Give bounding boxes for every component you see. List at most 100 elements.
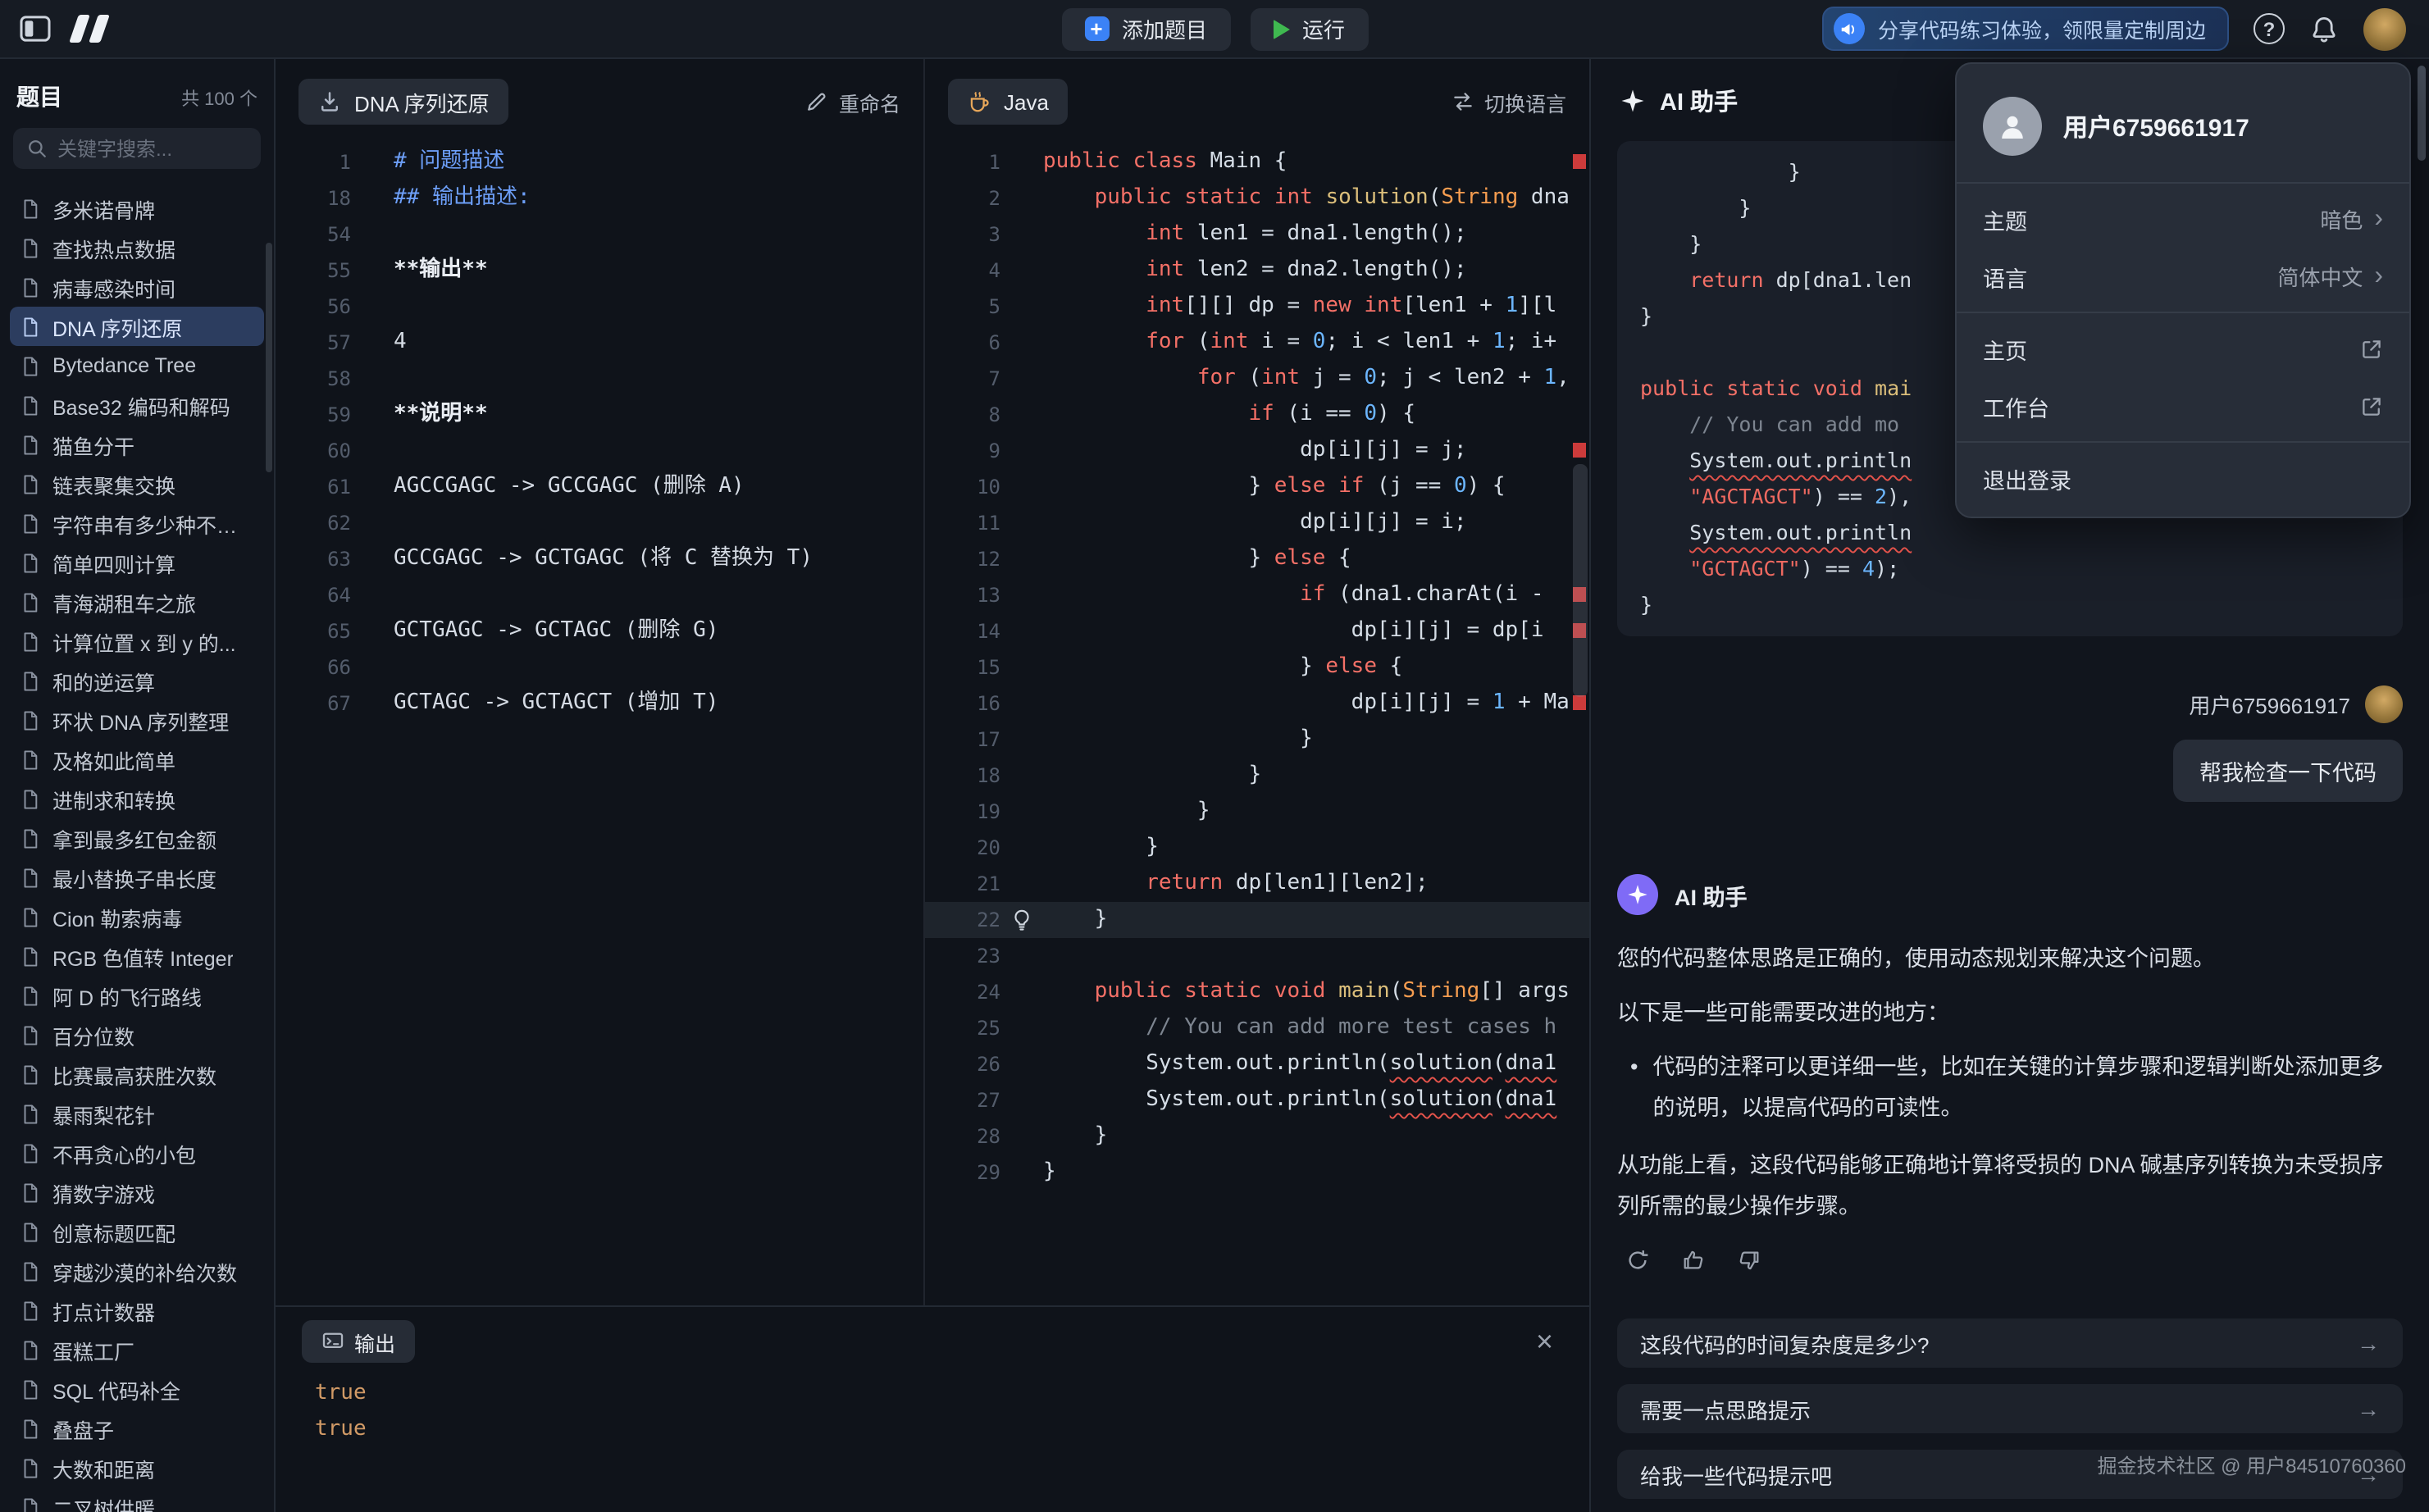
user-avatar[interactable] — [2363, 7, 2406, 50]
document-icon — [20, 552, 41, 573]
language-tab[interactable]: Java — [948, 79, 1069, 125]
search-input[interactable] — [57, 137, 248, 160]
thumbs-down-icon — [1736, 1247, 1761, 1272]
document-icon — [20, 749, 41, 770]
sidebar-toggle-button[interactable] — [20, 15, 51, 43]
sidebar-item[interactable]: 不再贪心的小包 — [10, 1133, 264, 1173]
sidebar-item[interactable]: 及格如此简单 — [10, 740, 264, 779]
sidebar-item[interactable]: 大数和距离 — [10, 1448, 264, 1487]
sidebar-item-label: 二叉树供暖 — [52, 1492, 155, 1512]
share-banner-button[interactable]: 分享代码练习体验，领限量定制周边 — [1822, 7, 2229, 51]
sidebar-item[interactable]: 蛋糕工厂 — [10, 1330, 264, 1369]
sidebar-item[interactable]: 猫鱼分干 — [10, 425, 264, 464]
assistant-name: AI 助手 — [1675, 878, 1748, 911]
chat-user-name: 用户6759661917 — [2189, 689, 2350, 720]
editor-scrollbar[interactable] — [1573, 464, 1588, 697]
suggestion-card[interactable]: 这段代码的时间复杂度是多少?→ — [1617, 1318, 2403, 1368]
sidebar-item[interactable]: 链表聚集交换 — [10, 464, 264, 503]
code-line: 29} — [925, 1154, 1589, 1191]
sidebar-item[interactable]: 比赛最高获胜次数 — [10, 1054, 264, 1094]
switch-language-button[interactable]: 切换语言 — [1451, 86, 1566, 117]
sidebar-item[interactable]: Cion 勒索病毒 — [10, 897, 264, 936]
line-number: 56 — [276, 289, 351, 325]
problem-panel: DNA 序列还原 重命名 1# 问题描述18## 输出描述:5455**输出**… — [276, 59, 925, 1305]
help-icon[interactable]: ? — [2254, 13, 2285, 44]
sidebar-item-label: SQL 代码补全 — [52, 1373, 180, 1405]
close-output-icon[interactable]: × — [1536, 1327, 1553, 1356]
sidebar-item[interactable]: 二叉树供暖 — [10, 1487, 264, 1512]
sidebar-item[interactable]: 最小替换子串长度 — [10, 858, 264, 897]
thumbs-up-button[interactable] — [1673, 1240, 1712, 1279]
sidebar-item[interactable]: 打点计数器 — [10, 1291, 264, 1330]
sidebar-item[interactable]: Base32 编码和解码 — [10, 385, 264, 425]
sidebar-item[interactable]: Bytedance Tree — [10, 346, 264, 385]
sidebar-item[interactable]: 查找热点数据 — [10, 228, 264, 267]
document-icon — [20, 906, 41, 927]
topbar-left — [0, 15, 105, 43]
sidebar-item[interactable]: 和的逆运算 — [10, 661, 264, 700]
app-logo[interactable] — [74, 15, 105, 43]
code-editor[interactable]: 1public class Main {2 public static int … — [925, 144, 1589, 1305]
rename-button[interactable]: 重命名 — [806, 86, 900, 117]
line-number: 25 — [925, 1010, 1000, 1046]
search-box[interactable] — [13, 128, 261, 169]
sidebar-item[interactable]: 字符串有多少种不同可... — [10, 503, 264, 543]
run-button[interactable]: 运行 — [1250, 7, 1368, 50]
sidebar-item[interactable]: 计算位置 x 到 y 的... — [10, 622, 264, 661]
menu-item-home[interactable]: 主页 — [1957, 320, 2409, 377]
output-line: true — [315, 1412, 1589, 1448]
sidebar-item[interactable]: 简单四则计算 — [10, 543, 264, 582]
sidebar-item-label: 病毒感染时间 — [52, 271, 175, 303]
lightbulb-icon[interactable] — [1010, 909, 1033, 931]
thumbs-down-button[interactable] — [1729, 1240, 1768, 1279]
menu-item-language[interactable]: 语言 简体中文› — [1957, 248, 2409, 305]
sidebar-item[interactable]: 猜数字游戏 — [10, 1173, 264, 1212]
menu-item-workspace[interactable]: 工作台 — [1957, 377, 2409, 435]
code-line: 27 System.out.println(solution(dna1 — [925, 1082, 1589, 1118]
add-problem-button[interactable]: + 添加题目 — [1061, 7, 1230, 50]
problem-tab[interactable]: DNA 序列还原 — [298, 79, 509, 125]
output-panel: 输出 × truetrue — [276, 1305, 1589, 1512]
problem-editor[interactable]: 1# 问题描述18## 输出描述:5455**输出**565745859**说明… — [276, 144, 923, 1305]
terminal-icon — [321, 1330, 344, 1353]
line-number: 19 — [925, 794, 1000, 830]
sidebar-item[interactable]: 创意标题匹配 — [10, 1212, 264, 1251]
sidebar-scrollbar[interactable] — [266, 243, 272, 472]
sidebar-item-label: Base32 编码和解码 — [52, 389, 230, 421]
bullet-item: •代码的注释可以更详细一些，比如在关键的计算步骤和逻辑判断处添加更多的说明，以提… — [1630, 1046, 2403, 1128]
sidebar-item[interactable]: 拿到最多红包金额 — [10, 818, 264, 858]
sidebar-item[interactable]: RGB 色值转 Integer — [10, 936, 264, 976]
line-number: 1 — [925, 144, 1000, 180]
user-message-bubble[interactable]: 帮我检查一下代码 — [2173, 740, 2403, 802]
markdown-line: 64 — [276, 577, 923, 613]
menu-item-theme[interactable]: 主题 暗色› — [1957, 190, 2409, 248]
thumbs-up-icon — [1680, 1247, 1705, 1272]
sidebar-item[interactable]: 青海湖租车之旅 — [10, 582, 264, 622]
sidebar-item[interactable]: DNA 序列还原 — [10, 307, 264, 346]
sidebar-item[interactable]: 阿 D 的飞行路线 — [10, 976, 264, 1015]
line-number: 10 — [925, 469, 1000, 505]
sidebar-item[interactable]: 病毒感染时间 — [10, 267, 264, 307]
output-header: 输出 × — [276, 1307, 1589, 1363]
output-tab[interactable]: 输出 — [302, 1320, 415, 1363]
sidebar-item[interactable]: 百分位数 — [10, 1015, 264, 1054]
problem-count: 共 100 个 — [181, 85, 257, 112]
suggestion-card[interactable]: 需要一点思路提示→ — [1617, 1384, 2403, 1433]
sidebar-item[interactable]: 暴雨梨花针 — [10, 1094, 264, 1133]
sidebar-item[interactable]: 环状 DNA 序列整理 — [10, 700, 264, 740]
sidebar-item[interactable]: 进制求和转换 — [10, 779, 264, 818]
document-icon — [20, 1457, 41, 1478]
document-icon — [20, 434, 41, 455]
sidebar-item[interactable]: 叠盘子 — [10, 1409, 264, 1448]
ai-scrollbar[interactable] — [2418, 66, 2426, 161]
suggestion-text: 需要一点思路提示 — [1640, 1393, 1811, 1424]
bell-icon[interactable] — [2309, 14, 2339, 43]
plus-icon: + — [1084, 16, 1109, 41]
sidebar-item[interactable]: SQL 代码补全 — [10, 1369, 264, 1409]
sidebar-item[interactable]: 多米诺骨牌 — [10, 189, 264, 228]
menu-item-logout[interactable]: 退出登录 — [1957, 449, 2409, 507]
line-number: 63 — [276, 541, 351, 577]
sidebar-item[interactable]: 穿越沙漠的补给次数 — [10, 1251, 264, 1291]
suggestion-card[interactable]: 给我一些代码提示吧→ — [1617, 1450, 2403, 1499]
regenerate-button[interactable] — [1617, 1240, 1657, 1279]
